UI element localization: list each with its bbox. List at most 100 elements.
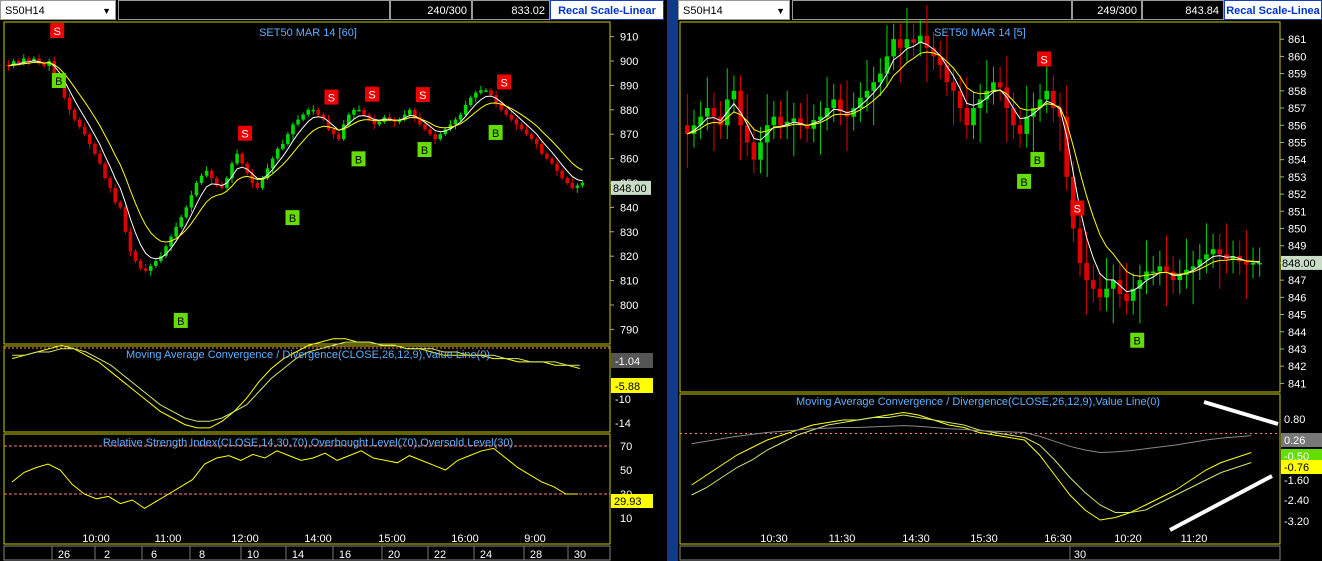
left-time-label: 10:00 [82, 533, 110, 545]
right-buy-signal-label: B [1034, 155, 1041, 167]
left-price-tick: 820 [620, 251, 638, 263]
left-candle [352, 109, 356, 115]
left-candle [463, 104, 468, 115]
left-candle [128, 231, 133, 252]
right-drawn-trendline-upper [1203, 400, 1279, 426]
right-candle [964, 108, 970, 126]
left-candle [580, 183, 585, 186]
right-candle [997, 82, 1003, 88]
right-price-tick: 842 [1288, 361, 1306, 373]
right-candle [711, 108, 717, 117]
left-candle [534, 139, 539, 144]
left-candle [98, 153, 102, 164]
right-candle [1244, 261, 1249, 265]
left-candle [545, 153, 549, 159]
right-candle [1084, 262, 1089, 281]
right-buy-signal-label: B [1134, 336, 1141, 348]
right-candle [758, 142, 763, 160]
left-candle [331, 129, 336, 135]
left-candle [565, 178, 570, 183]
left-sell-signal-label: S [53, 26, 60, 38]
left-time-label: 12:00 [231, 533, 259, 545]
left-candle [138, 261, 143, 269]
left-candle [103, 163, 107, 179]
right-price-tick: 856 [1288, 120, 1306, 132]
left-candle [235, 153, 239, 164]
right-time-label: 10:20 [1114, 533, 1142, 545]
right-chart-canvas[interactable]: SET50 MAR 14 [5] 861 860 859 858 857 856 855 854… [678, 0, 1322, 561]
left-candle [555, 163, 559, 171]
left-candle [468, 97, 473, 105]
left-date-label: 26 [58, 549, 70, 561]
left-candle [453, 119, 458, 125]
right-price-tick: 850 [1288, 224, 1306, 236]
left-candle [108, 178, 112, 188]
left-candle [143, 268, 148, 271]
right-candle [1204, 254, 1209, 260]
right-price-tick: 849 [1288, 241, 1306, 253]
right-macd-tick: 0.26 [1284, 435, 1305, 447]
right-candle [1017, 125, 1023, 134]
right-candle [1150, 271, 1156, 274]
right-ma-slow-line [687, 51, 1260, 277]
right-candle [1077, 228, 1083, 263]
left-buy-signal-label: B [421, 145, 428, 157]
left-candle [194, 183, 199, 196]
left-candle [93, 143, 97, 154]
left-candle [489, 90, 493, 96]
left-chart-canvas[interactable]: SET50 MAR 14 [60]91090089088087086085084… [0, 0, 667, 561]
right-price-tick: 851 [1288, 206, 1306, 218]
right-chart-title: SET50 MAR 14 [5] [934, 27, 1026, 39]
left-candle [154, 261, 158, 266]
right-price-tick: 855 [1288, 137, 1306, 149]
right-chart-window: S50H14 ▼ 249/300 843.84 Recal Scale-Line… [678, 0, 1322, 561]
right-candle [897, 39, 903, 48]
left-candle [540, 143, 544, 154]
left-candle [524, 129, 529, 135]
right-candle [1024, 116, 1030, 134]
left-candle [189, 195, 194, 208]
right-candle [1250, 262, 1256, 265]
right-price-tick: 861 [1288, 34, 1306, 46]
left-price-tick: 910 [620, 32, 638, 44]
right-time-label: 11:20 [1181, 533, 1208, 545]
right-candle [1177, 274, 1183, 281]
right-price-tick: 846 [1288, 292, 1306, 304]
left-candle [362, 109, 366, 115]
left-candle [296, 119, 300, 125]
right-sell-signal-label: S [1074, 204, 1081, 216]
left-buy-signal-label: B [492, 128, 499, 140]
right-candle [904, 39, 910, 48]
left-candle [316, 109, 321, 115]
right-date-label: 30 [1074, 549, 1086, 561]
left-candle [179, 217, 184, 227]
right-buy-signal-label: B [1020, 177, 1027, 189]
left-time-label: 14:00 [304, 533, 332, 545]
left-time-label: 15:00 [378, 533, 406, 545]
right-macd-tick: -0.76 [1284, 462, 1309, 474]
left-candle [42, 63, 46, 66]
right-candle [1164, 266, 1169, 272]
left-price-tick: 860 [620, 154, 638, 166]
left-candle [306, 109, 310, 115]
left-candle [529, 134, 534, 140]
right-price-tick: 844 [1288, 327, 1306, 339]
right-price-tick: 843 [1288, 344, 1306, 356]
right-price-tick: 852 [1288, 189, 1306, 201]
left-candle [575, 185, 580, 188]
left-price-tick: 790 [620, 324, 638, 336]
right-candle [1217, 249, 1223, 255]
right-macd-histogram-line [691, 425, 1252, 454]
left-candle [67, 97, 72, 110]
left-candle [336, 134, 341, 140]
left-candle [514, 119, 519, 125]
left-candle [82, 126, 87, 135]
left-candle [550, 158, 554, 164]
left-buy-signal-label: B [55, 76, 62, 88]
left-price-tick: 800 [620, 300, 638, 312]
left-candle [281, 143, 285, 149]
left-candle [423, 124, 427, 130]
pane-divider[interactable] [667, 0, 678, 561]
right-candle [877, 73, 883, 83]
left-candle [204, 170, 209, 176]
